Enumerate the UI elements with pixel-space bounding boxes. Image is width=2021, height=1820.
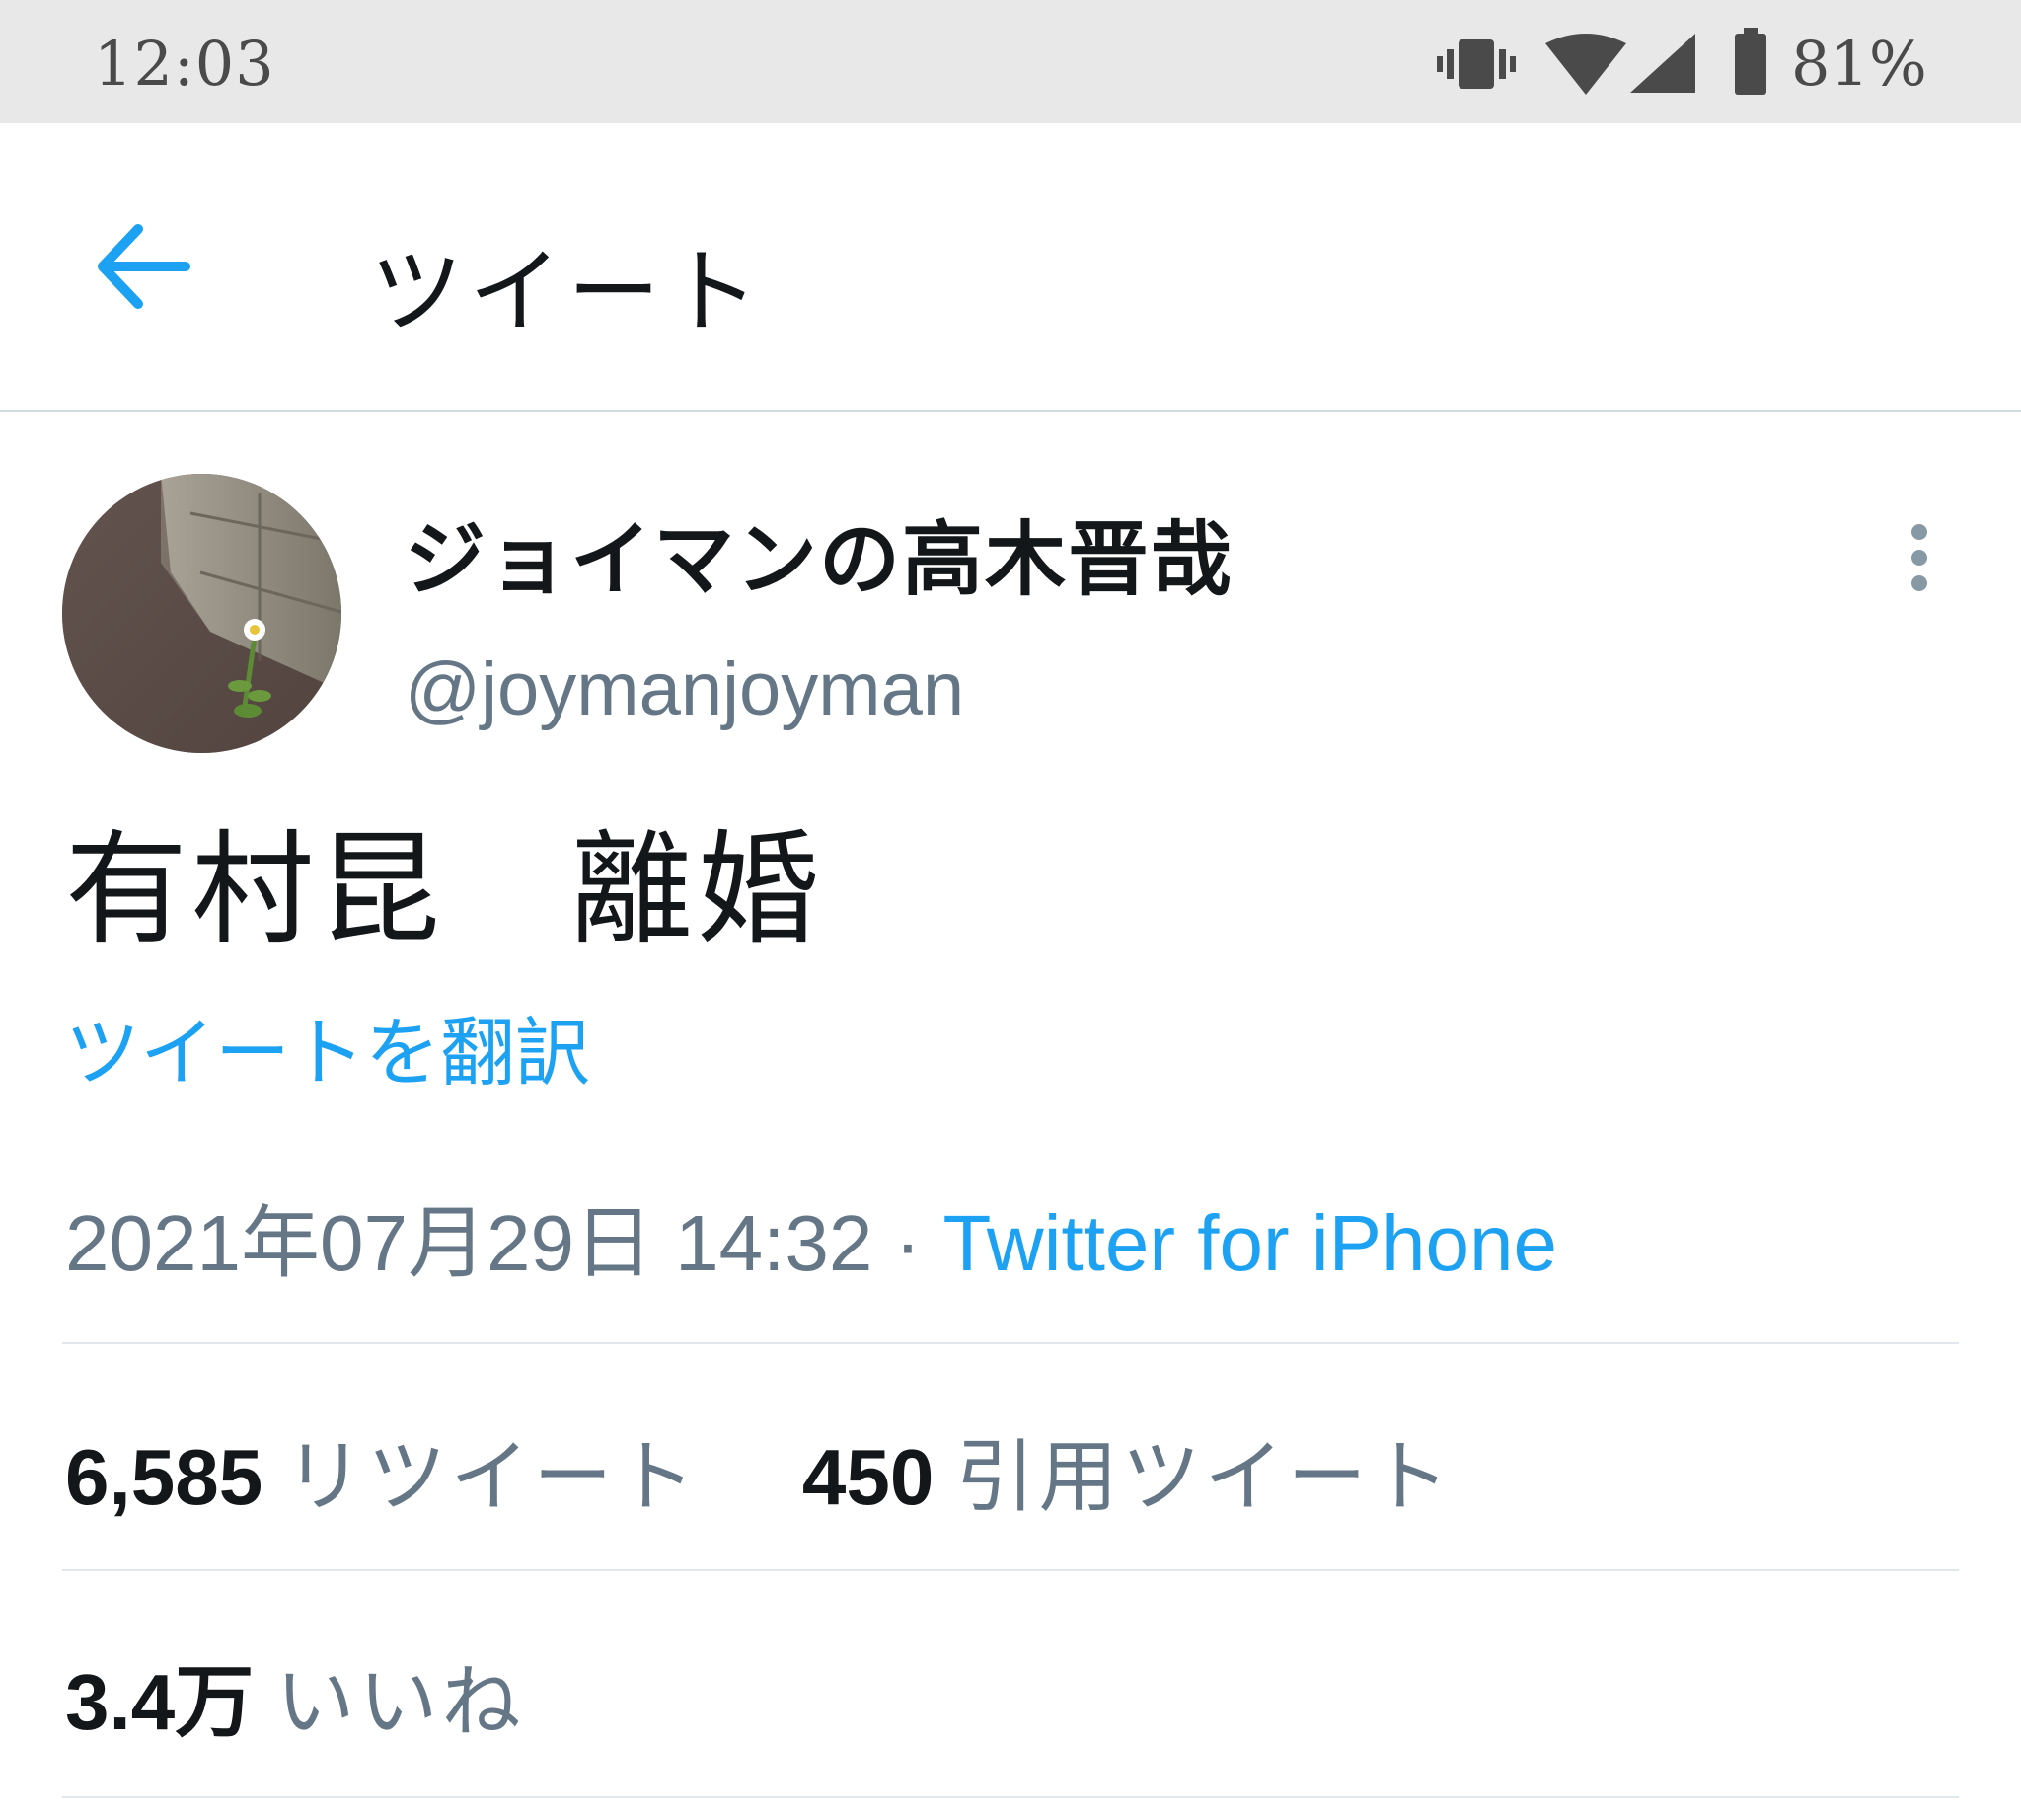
more-dot-icon — [1911, 524, 1927, 540]
likes-stat[interactable]: 3.4万 いいね — [65, 1656, 525, 1748]
more-dot-icon — [1911, 550, 1927, 566]
tweet-meta: 2021年07月29日 14:32 · Twitter for iPhone — [65, 1179, 1557, 1294]
avatar[interactable] — [62, 474, 341, 753]
page-title: ツイート — [370, 239, 766, 346]
status-bar: 12:03 81% — [0, 0, 2021, 123]
tweet-source-link[interactable]: Twitter for iPhone — [942, 1199, 1557, 1287]
more-dot-icon — [1911, 575, 1927, 591]
avatar-photo — [62, 474, 341, 753]
wifi-icon — [1545, 34, 1626, 95]
arrow-left-icon — [98, 224, 190, 309]
status-time: 12:03 — [94, 28, 275, 100]
retweets-count: 6,585 — [65, 1433, 263, 1521]
divider — [62, 1796, 1959, 1798]
likes-label: いいね — [275, 1656, 525, 1748]
author-display-name[interactable]: ジョイマンの高木晋哉 — [405, 493, 1234, 611]
likes-stats-row: 3.4万 いいね — [65, 1638, 524, 1753]
vibrate-icon — [1437, 39, 1516, 89]
quotes-count: 450 — [801, 1433, 935, 1521]
more-options-button[interactable] — [1895, 518, 1944, 597]
battery-percent: 81% — [1791, 28, 1927, 100]
cell-signal-icon — [1630, 34, 1695, 93]
retweets-stat[interactable]: 6,585 リツイート — [65, 1431, 721, 1523]
retweets-label: リツイート — [284, 1431, 700, 1523]
likes-count: 3.4万 — [65, 1658, 255, 1746]
translate-tweet-link[interactable]: ツイートを翻訳 — [65, 992, 590, 1100]
divider — [62, 1569, 1959, 1571]
meta-separator: · — [894, 1199, 922, 1287]
back-button[interactable] — [89, 217, 197, 316]
tweet-detail-screen: 12:03 81% ツイート ジョイマンの高木晋哉 @joymanjoyman … — [0, 0, 2021, 1820]
battery-icon — [1735, 28, 1766, 95]
tweet-text: 有村昆 離婚 — [65, 819, 824, 961]
app-header: ツイート — [0, 123, 2021, 412]
tweet-timestamp: 2021年07月29日 14:32 — [65, 1199, 873, 1287]
retweet-stats-row: 6,585 リツイート 450 引用ツイート — [65, 1413, 1454, 1528]
author-handle[interactable]: @joymanjoyman — [405, 646, 964, 732]
divider — [62, 1342, 1959, 1344]
quotes-stat[interactable]: 450 引用ツイート — [801, 1431, 1454, 1523]
quotes-label: 引用ツイート — [955, 1431, 1454, 1523]
